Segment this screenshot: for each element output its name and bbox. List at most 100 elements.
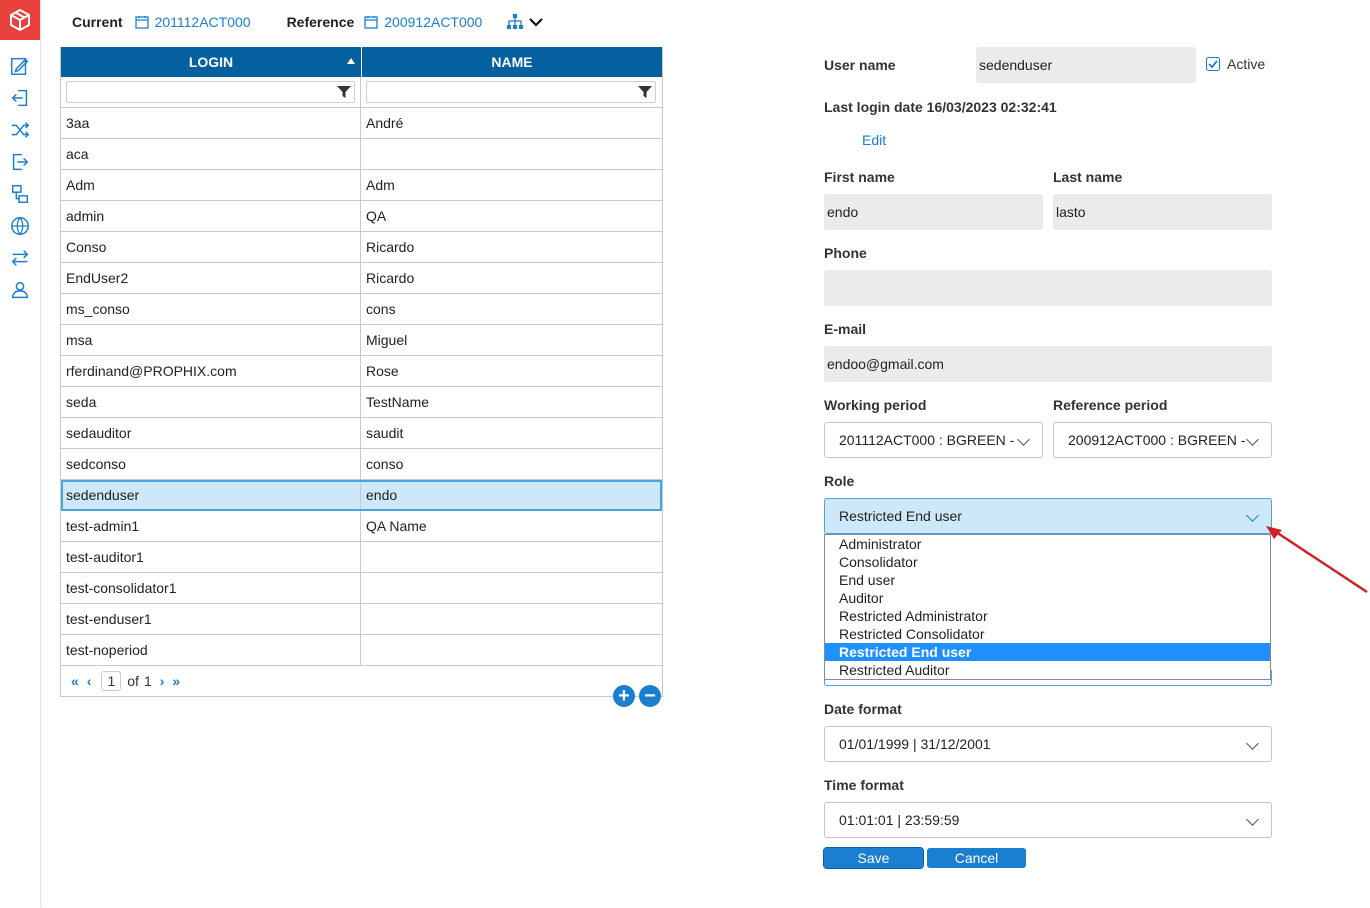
filter-icon[interactable] bbox=[638, 85, 652, 99]
hierarchy-icon[interactable] bbox=[8, 182, 32, 206]
name-cell: Adm bbox=[366, 177, 395, 193]
role-option[interactable]: Consolidator bbox=[825, 553, 1270, 571]
shuffle-icon[interactable] bbox=[8, 118, 32, 142]
cube-logo-icon[interactable] bbox=[0, 0, 40, 40]
role-option[interactable]: End user bbox=[825, 571, 1270, 589]
login-column-header[interactable]: LOGIN bbox=[61, 47, 362, 77]
role-label: Role bbox=[824, 473, 855, 489]
last-login-text: Last login date 16/03/2023 02:32:41 bbox=[824, 99, 1057, 115]
phone-field[interactable] bbox=[824, 270, 1272, 306]
role-option[interactable]: Restricted Auditor bbox=[825, 661, 1270, 679]
role-option[interactable]: Administrator bbox=[825, 535, 1270, 553]
login-cell: sedconso bbox=[61, 449, 361, 479]
login-cell: msa bbox=[61, 325, 361, 355]
login-cell: test-consolidator1 bbox=[61, 573, 361, 603]
table-row[interactable]: ms_conso cons bbox=[61, 294, 662, 325]
import-icon[interactable] bbox=[8, 86, 32, 110]
reference-period-select[interactable]: 200912ACT000 : BGREEN - bbox=[1053, 422, 1272, 458]
calendar-icon[interactable] bbox=[134, 15, 149, 29]
edit-link[interactable]: Edit bbox=[862, 132, 886, 148]
checkbox-checked-icon[interactable] bbox=[1206, 57, 1220, 71]
next-page-button[interactable]: › bbox=[160, 673, 165, 689]
first-page-button[interactable]: « bbox=[71, 673, 79, 689]
working-period-select[interactable]: 201112ACT000 : BGREEN - bbox=[824, 422, 1043, 458]
table-row[interactable]: test-auditor1 bbox=[61, 542, 662, 573]
current-period-link[interactable]: 201112ACT000 bbox=[155, 14, 251, 30]
users-icon[interactable] bbox=[8, 278, 32, 302]
name-cell: Rose bbox=[366, 363, 399, 379]
timeformat-value: 01:01:01 | 23:59:59 bbox=[839, 812, 960, 828]
login-cell: aca bbox=[61, 139, 361, 169]
current-label: Current bbox=[72, 14, 123, 30]
dateformat-value: 01/01/1999 | 31/12/2001 bbox=[839, 736, 991, 752]
add-user-button[interactable]: + bbox=[613, 685, 635, 707]
name-filter-input[interactable] bbox=[366, 81, 656, 103]
login-filter-input[interactable] bbox=[66, 81, 355, 103]
table-row[interactable]: aca bbox=[61, 139, 662, 170]
name-column-header[interactable]: NAME bbox=[362, 47, 662, 77]
chevron-down-icon[interactable] bbox=[528, 14, 544, 30]
login-cell: EndUser2 bbox=[61, 263, 361, 293]
calendar-icon[interactable] bbox=[364, 15, 378, 29]
grid-header: LOGIN NAME bbox=[61, 47, 662, 77]
username-field[interactable]: sedenduser bbox=[976, 47, 1196, 83]
table-row[interactable]: EndUser2 Ricardo bbox=[61, 263, 662, 294]
role-dropdown-list[interactable]: Administrator Consolidator End user Auditor… bbox=[824, 534, 1271, 680]
active-checkbox[interactable]: Active bbox=[1206, 56, 1265, 72]
page-number-input[interactable]: 1 bbox=[101, 671, 122, 691]
cancel-button[interactable]: Cancel bbox=[927, 848, 1026, 868]
phone-label: Phone bbox=[824, 245, 867, 261]
table-row[interactable]: Conso Ricardo bbox=[61, 232, 662, 263]
table-row[interactable]: test-enduser1 bbox=[61, 604, 662, 635]
name-cell: QA bbox=[366, 208, 387, 224]
table-row[interactable]: sedauditor saudit bbox=[61, 418, 662, 449]
table-row[interactable]: test-admin1 QA Name bbox=[61, 511, 662, 542]
role-select[interactable]: Restricted End user bbox=[824, 498, 1272, 534]
pager: « ‹ 1 of 1 › » bbox=[61, 666, 662, 696]
email-label: E-mail bbox=[824, 321, 867, 337]
table-row[interactable]: 3aa André bbox=[61, 108, 662, 139]
org-chart-icon[interactable] bbox=[506, 13, 524, 31]
name-cell: Ricardo bbox=[366, 239, 415, 255]
firstname-field[interactable]: endo bbox=[824, 194, 1043, 230]
edit-icon[interactable] bbox=[8, 54, 32, 78]
role-option[interactable]: Restricted Consolidator bbox=[825, 625, 1270, 643]
table-row[interactable]: admin QA bbox=[61, 201, 662, 232]
save-button[interactable]: Save bbox=[823, 847, 924, 869]
filter-icon[interactable] bbox=[337, 85, 351, 99]
table-row[interactable]: sedconso conso bbox=[61, 449, 662, 480]
table-row[interactable]: msa Miguel bbox=[61, 325, 662, 356]
dateformat-select[interactable]: 01/01/1999 | 31/12/2001 bbox=[824, 726, 1272, 762]
timeformat-select[interactable]: 01:01:01 | 23:59:59 bbox=[824, 802, 1272, 838]
table-row[interactable]: seda TestName bbox=[61, 387, 662, 418]
table-row[interactable]: Adm Adm bbox=[61, 170, 662, 201]
lastname-field[interactable]: lasto bbox=[1053, 194, 1272, 230]
name-cell bbox=[361, 573, 661, 603]
transfer-icon[interactable] bbox=[8, 246, 32, 270]
name-cell: TestName bbox=[366, 394, 430, 410]
remove-user-button[interactable]: − bbox=[639, 685, 661, 707]
reference-period-link[interactable]: 200912ACT000 bbox=[384, 14, 482, 30]
login-cell: test-enduser1 bbox=[61, 604, 361, 634]
name-header-label: NAME bbox=[491, 54, 533, 70]
page-total: 1 bbox=[143, 673, 152, 689]
name-cell: conso bbox=[366, 456, 404, 472]
role-option[interactable]: Restricted End user bbox=[825, 643, 1270, 661]
role-option[interactable]: Auditor bbox=[825, 589, 1270, 607]
prev-page-button[interactable]: ‹ bbox=[87, 673, 92, 689]
export-icon[interactable] bbox=[8, 150, 32, 174]
table-row[interactable]: test-consolidator1 bbox=[61, 573, 662, 604]
name-cell bbox=[361, 542, 661, 572]
globe-icon[interactable] bbox=[8, 214, 32, 238]
email-field[interactable]: endoo@gmail.com bbox=[824, 346, 1272, 382]
login-cell: admin bbox=[61, 201, 361, 231]
last-page-button[interactable]: » bbox=[172, 673, 180, 689]
login-header-label: LOGIN bbox=[188, 54, 234, 70]
table-row[interactable]: sedenduser endo bbox=[61, 480, 662, 511]
login-cell: test-noperiod bbox=[61, 635, 361, 665]
role-option[interactable]: Restricted Administrator bbox=[825, 607, 1270, 625]
table-row[interactable]: rferdinand@PROPHIX.com Rose bbox=[61, 356, 662, 387]
name-cell: QA Name bbox=[366, 518, 427, 534]
table-row[interactable]: test-noperiod bbox=[61, 635, 662, 666]
reference-label: Reference bbox=[286, 14, 355, 30]
